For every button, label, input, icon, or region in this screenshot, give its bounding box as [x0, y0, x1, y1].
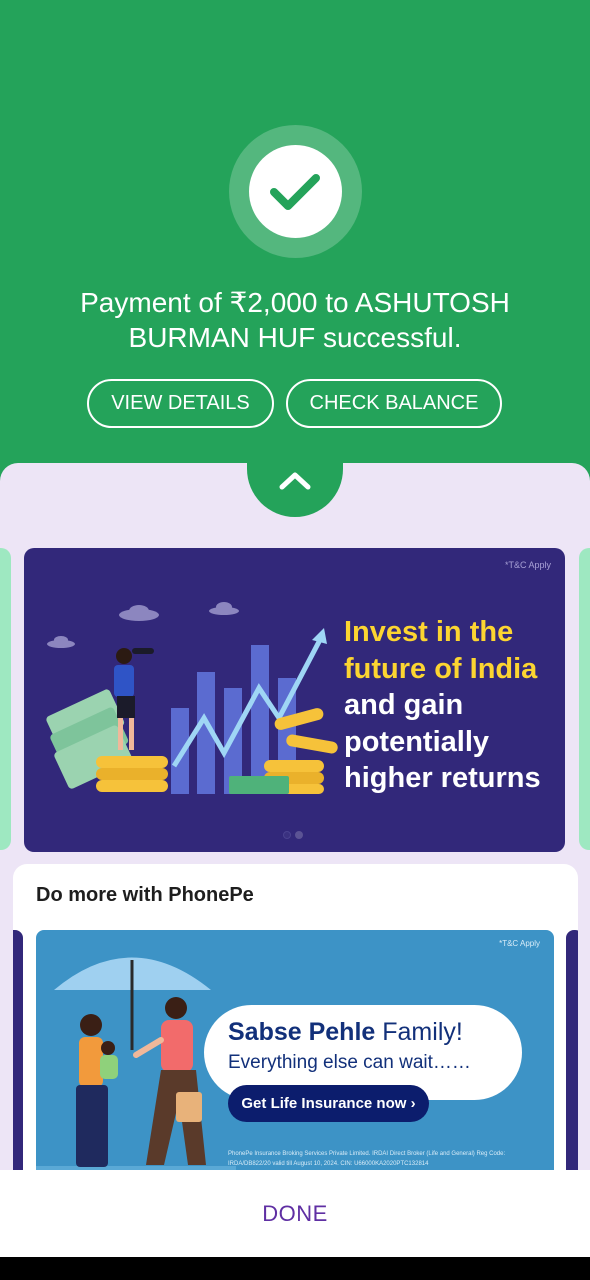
get-life-insurance-button[interactable]: Get Life Insurance now ›: [228, 1085, 429, 1122]
carousel-next-banner[interactable]: [579, 548, 590, 850]
carousel-indicator: [283, 831, 303, 839]
invest-headline-white-1: and gain: [344, 689, 464, 721]
do-more-card: Do more with PhonePe *T&C Apply Sabse Pe…: [13, 864, 578, 1194]
carousel-dot-2[interactable]: [295, 831, 303, 839]
carousel-dot-1[interactable]: [283, 831, 291, 839]
success-badge: [229, 125, 362, 258]
do-more-prev-banner[interactable]: [13, 930, 23, 1194]
invest-headline-white-2: potentially: [344, 725, 490, 758]
invest-illustration: [46, 602, 338, 794]
system-nav-bar: [0, 1257, 590, 1280]
invest-headline-yellow-1: Invest in the: [344, 616, 514, 648]
do-more-title: Do more with PhonePe: [36, 884, 254, 906]
check-balance-button[interactable]: CHECK BALANCE: [286, 379, 502, 428]
payment-success-message: Payment of ₹2,000 to ASHUTOSH BURMAN HUF…: [80, 287, 510, 353]
insurance-heading-rest: Family!: [375, 1018, 463, 1046]
check-icon: [269, 173, 320, 210]
invest-headline-white-3: higher returns: [344, 762, 541, 794]
chevron-up-icon: [279, 472, 311, 490]
banner-tnc: *T&C Apply: [504, 560, 551, 570]
insurance-fine-print: PhonePe Insurance Broking Services Priva…: [228, 1151, 506, 1167]
carousel-prev-banner[interactable]: [0, 548, 11, 850]
insurance-heading: Sabse Pehle Family!: [228, 1018, 463, 1047]
bottom-action-bar: DONE: [0, 1170, 590, 1257]
do-more-next-banner[interactable]: [566, 930, 578, 1194]
check-circle: [249, 145, 342, 238]
success-header: Payment of ₹2,000 to ASHUTOSH BURMAN HUF…: [0, 0, 590, 520]
invest-banner[interactable]: *T&C Apply Invest in the future of India…: [24, 548, 565, 852]
insurance-subheading: Everything else can wait……: [228, 1052, 471, 1073]
invest-headline: Invest in the future of India and gain p…: [344, 614, 559, 797]
invest-headline-yellow-2: future of India: [344, 652, 538, 685]
insurance-banner[interactable]: *T&C Apply Sabse Pehle Family! Everythin…: [36, 930, 554, 1194]
insurance-tnc: *T&C Apply: [499, 939, 540, 948]
done-button[interactable]: DONE: [262, 1201, 328, 1227]
view-details-button[interactable]: VIEW DETAILS: [87, 379, 274, 428]
insurance-heading-bold: Sabse Pehle: [228, 1018, 376, 1046]
